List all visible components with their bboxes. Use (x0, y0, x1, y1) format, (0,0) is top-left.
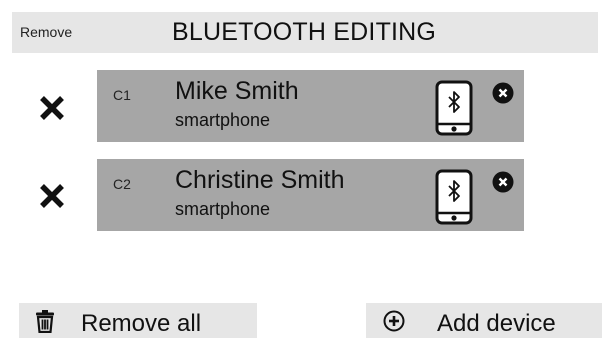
remove-all-label: Remove all (81, 310, 202, 337)
trash-icon (36, 310, 54, 333)
device-slot-label: C1 (113, 87, 131, 103)
x-icon (40, 184, 64, 208)
add-device-label: Add device (437, 310, 556, 337)
page-title: BLUETOOTH EDITING (172, 18, 437, 46)
device-type: smartphone (175, 199, 271, 219)
remove-mode-button[interactable]: Remove (20, 24, 72, 40)
add-device-button[interactable]: Add device (366, 303, 602, 338)
x-icon (40, 96, 64, 120)
device-card-c2[interactable]: C2 Christine Smith smartphone (97, 159, 524, 231)
remove-all-button[interactable]: Remove all (19, 303, 257, 338)
bluetooth-editing-screen: Remove BLUETOOTH EDITING C1 Mike Smith s… (0, 0, 610, 338)
device-name: Christine Smith (175, 166, 345, 194)
device-type: smartphone (175, 110, 271, 130)
disconnect-device-c1-icon[interactable] (492, 82, 514, 104)
delete-device-c1-button[interactable] (34, 90, 70, 126)
plus-circle-icon (383, 310, 405, 332)
device-slot-label: C2 (113, 176, 131, 192)
device-name: Mike Smith (175, 77, 299, 105)
device-card-c1[interactable]: C1 Mike Smith smartphone (97, 70, 524, 142)
header-bar: Remove BLUETOOTH EDITING (12, 12, 598, 53)
smartphone-bluetooth-icon (435, 169, 473, 225)
smartphone-bluetooth-icon (435, 80, 473, 136)
disconnect-device-c2-icon[interactable] (492, 171, 514, 193)
delete-device-c2-button[interactable] (34, 178, 70, 214)
